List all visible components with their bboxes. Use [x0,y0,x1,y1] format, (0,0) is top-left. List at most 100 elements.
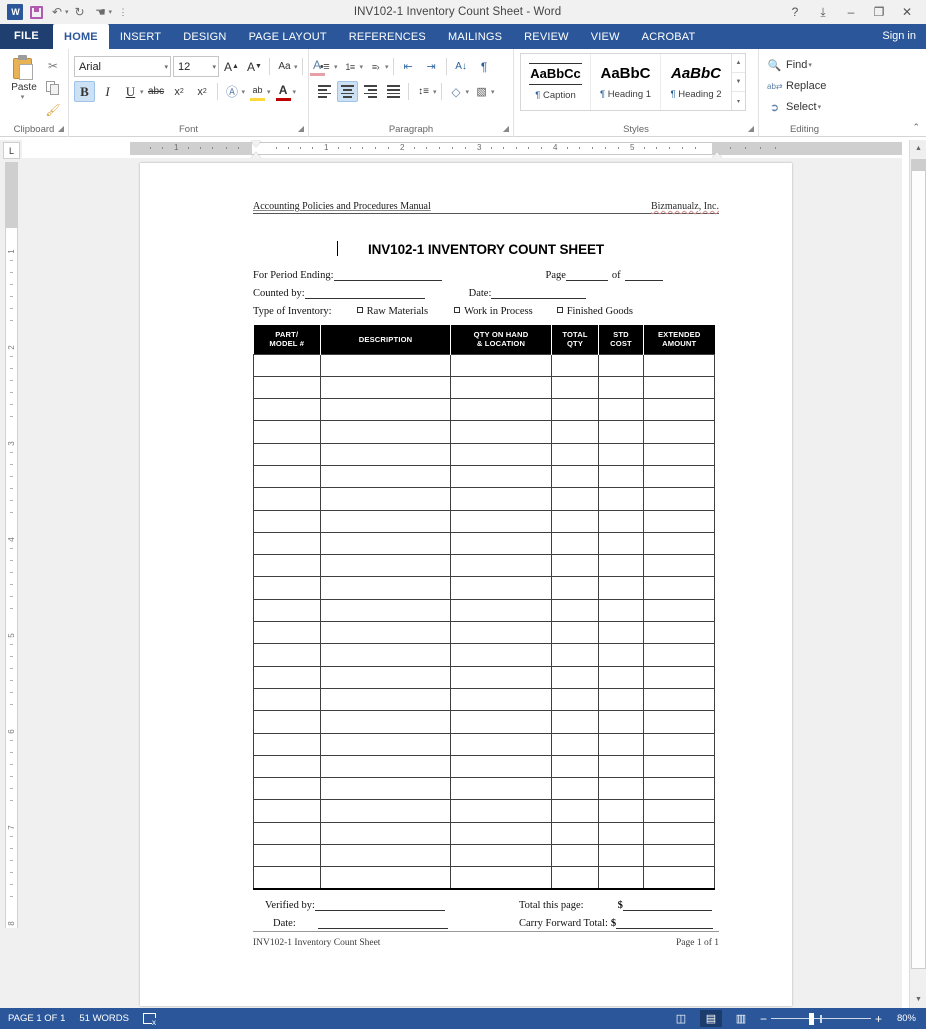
table-cell[interactable] [253,420,321,444]
font-size-dropdown-icon[interactable]: ▾ [208,63,216,71]
tab-references[interactable]: REFERENCES [338,24,437,49]
table-cell[interactable] [253,598,321,623]
table-cell[interactable] [551,799,599,823]
table-cell[interactable] [450,353,552,377]
maximize-icon[interactable]: ❐ [866,1,892,23]
table-cell[interactable] [450,710,552,734]
table-row[interactable] [253,821,715,846]
table-cell[interactable] [551,353,599,377]
table-row[interactable] [253,687,715,712]
table-cell[interactable] [598,754,644,779]
table-row[interactable] [253,732,715,756]
horizontal-ruler[interactable]: 1 1 2 3 4 5 [130,140,902,158]
show-formatting-marks-icon[interactable]: ¶ [474,56,495,77]
table-cell[interactable] [450,554,552,578]
close-icon[interactable]: ✕ [894,1,920,23]
find-button[interactable]: 🔍 Find ▾ [764,55,829,75]
underline-dropdown-icon[interactable]: ▾ [140,88,144,96]
table-cell[interactable] [598,777,644,801]
paste-button[interactable]: Paste ▾ [5,53,43,101]
table-cell[interactable] [320,777,451,801]
style-heading-1[interactable]: AaBbC ¶ Heading 1 [591,54,661,110]
table-cell[interactable] [598,554,644,578]
table-cell[interactable] [551,621,599,645]
verified-by-input[interactable] [314,900,445,912]
table-cell[interactable] [551,866,599,891]
word-logo-icon[interactable]: W [5,2,25,22]
table-cell[interactable] [450,398,552,422]
table-cell[interactable] [450,844,552,868]
grow-font-icon[interactable]: A ▲ [221,56,242,77]
table-cell[interactable] [643,576,715,600]
table-row[interactable] [253,420,715,444]
table-cell[interactable] [643,777,715,801]
checkbox-work-in-process[interactable]: Work in Process [454,306,533,317]
tab-file[interactable]: FILE [0,24,54,49]
table-cell[interactable] [253,710,321,734]
style-caption[interactable]: AaBbCc ¶ Caption [521,54,591,110]
table-cell[interactable] [598,487,644,511]
bottom-date-input[interactable] [317,918,448,930]
table-cell[interactable] [643,799,715,823]
word-count[interactable]: 51 WORDS [79,1013,129,1024]
table-cell[interactable] [320,754,451,779]
table-cell[interactable] [450,754,552,779]
line-spacing-dropdown-icon[interactable]: ▾ [433,88,437,96]
tab-home[interactable]: HOME [53,24,109,49]
table-cell[interactable] [253,509,321,533]
table-cell[interactable] [598,732,644,756]
table-cell[interactable] [551,487,599,511]
tab-acrobat[interactable]: ACROBAT [631,24,707,49]
table-cell[interactable] [598,464,644,489]
table-cell[interactable] [551,398,599,422]
table-row[interactable] [253,598,715,623]
table-cell[interactable] [643,866,715,891]
superscript-button[interactable]: x2 [192,81,213,102]
table-cell[interactable] [320,554,451,578]
table-cell[interactable] [598,398,644,422]
select-dropdown-icon[interactable]: ▾ [818,103,822,111]
table-cell[interactable] [253,621,321,645]
page-number-input[interactable] [565,270,608,281]
table-cell[interactable] [551,687,599,712]
proofing-errors-icon[interactable] [143,1013,156,1027]
table-cell[interactable] [320,487,451,511]
paragraph-dialog-launcher-icon[interactable]: ◢ [503,121,509,136]
table-row[interactable] [253,531,715,556]
text-effects-dropdown-icon[interactable]: ▾ [242,88,246,96]
tab-stop-selector[interactable]: L [3,142,20,159]
table-cell[interactable] [643,687,715,712]
italic-button[interactable]: I [97,81,118,102]
table-cell[interactable] [598,353,644,377]
table-cell[interactable] [598,375,644,400]
table-row[interactable] [253,487,715,511]
redo-icon[interactable]: ↻ [70,2,90,22]
table-cell[interactable] [320,665,451,689]
table-cell[interactable] [450,687,552,712]
table-cell[interactable] [320,598,451,623]
clipboard-dialog-launcher-icon[interactable]: ◢ [58,121,64,136]
cut-icon[interactable]: ✂ [43,56,63,75]
table-cell[interactable] [450,665,552,689]
document-page[interactable]: Accounting Policies and Procedures Manua… [140,163,792,1006]
table-row[interactable] [253,866,715,891]
table-cell[interactable] [598,844,644,868]
table-cell[interactable] [253,643,321,667]
styles-scroll-up-icon[interactable]: ▲ [732,54,745,73]
borders-icon[interactable]: ▧ [471,81,492,102]
period-ending-input[interactable] [333,270,442,281]
table-cell[interactable] [253,754,321,779]
align-left-icon[interactable] [314,81,335,102]
table-cell[interactable] [598,420,644,444]
table-cell[interactable] [643,844,715,868]
table-cell[interactable] [551,710,599,734]
table-row[interactable] [253,464,715,489]
table-row[interactable] [253,844,715,868]
zoom-knob[interactable] [808,1012,814,1025]
table-cell[interactable] [253,487,321,511]
table-cell[interactable] [450,598,552,623]
table-cell[interactable] [253,866,321,891]
table-cell[interactable] [598,509,644,533]
table-row[interactable] [253,442,715,466]
text-highlight-icon[interactable]: ab [247,81,268,102]
